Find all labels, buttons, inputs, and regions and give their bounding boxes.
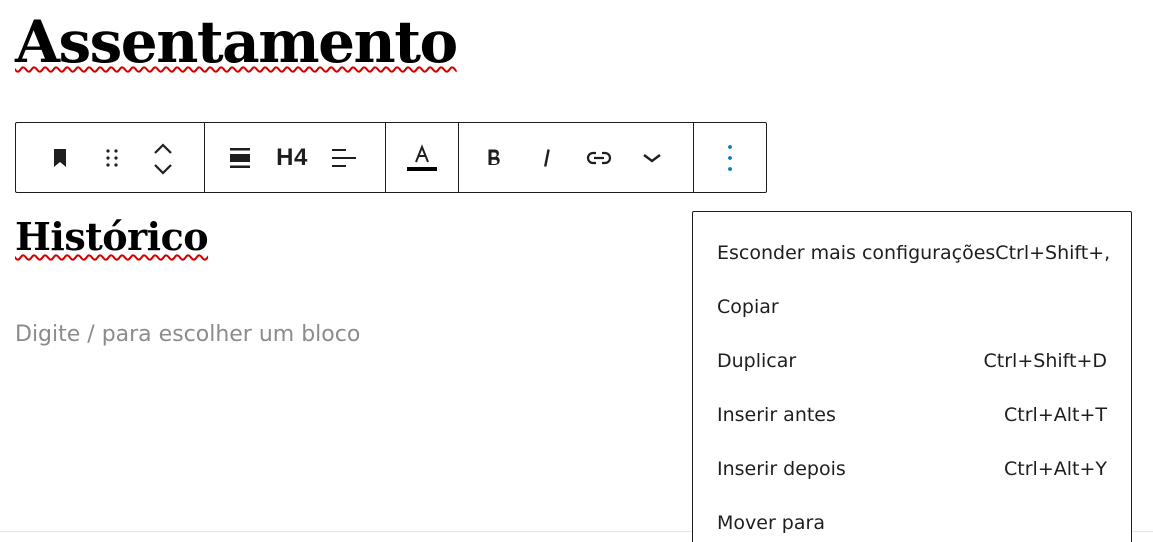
heading-level-label: H4 (276, 143, 308, 171)
menu-item-label: Inserir antes (717, 404, 836, 426)
menu-item-label: Copiar (717, 296, 779, 318)
link-icon (587, 151, 612, 164)
menu-item-insert-before[interactable]: Inserir antes Ctrl+Alt+T (693, 388, 1131, 442)
menu-item-copy[interactable]: Copiar (693, 280, 1131, 334)
bold-icon (488, 149, 500, 165)
toolbar-group-options (694, 123, 766, 192)
menu-item-label: Esconder mais configurações (717, 242, 996, 264)
toolbar-group-block (16, 123, 205, 192)
text-align-button[interactable] (318, 123, 370, 192)
more-options-icon (728, 144, 732, 171)
more-rich-text-button[interactable] (626, 123, 679, 192)
menu-item-shortcut: Ctrl+Shift+D (983, 350, 1107, 372)
menu-item-shortcut: Ctrl+Alt+T (1004, 404, 1107, 426)
toolbar-group-inline (459, 123, 694, 192)
chevron-down-icon (643, 153, 661, 162)
bold-button[interactable] (468, 123, 521, 192)
menu-item-label: Mover para (717, 512, 825, 534)
options-button[interactable] (703, 123, 757, 192)
drag-handle-button[interactable] (86, 123, 138, 192)
bookmark-icon (53, 148, 66, 167)
menu-item-shortcut: Ctrl+Alt+Y (1004, 458, 1107, 480)
page-title[interactable]: Assentamento (15, 8, 458, 76)
heading-level-button[interactable]: H4 (266, 123, 318, 192)
block-placeholder[interactable]: Digite / para escolher um bloco (15, 322, 360, 347)
text-color-icon (407, 143, 437, 171)
drag-handle-icon (105, 148, 118, 167)
text-align-left-icon (332, 148, 356, 167)
menu-item-label: Inserir depois (717, 458, 846, 480)
align-button[interactable] (214, 123, 266, 192)
menu-item-hide-settings[interactable]: Esconder mais configurações Ctrl+Shift+, (693, 226, 1131, 280)
toolbar-group-color (386, 123, 459, 192)
toolbar-group-format: H4 (205, 123, 386, 192)
block-type-button[interactable] (34, 123, 86, 192)
move-up-icon[interactable] (151, 137, 175, 161)
text-color-button[interactable] (395, 123, 449, 192)
align-wide-icon (230, 147, 250, 168)
selected-heading-block[interactable]: Histórico (15, 214, 209, 259)
menu-item-move-to[interactable]: Mover para (693, 496, 1131, 542)
block-options-menu: Esconder mais configurações Ctrl+Shift+,… (692, 211, 1132, 542)
italic-icon (543, 148, 550, 167)
menu-item-duplicate[interactable]: Duplicar Ctrl+Shift+D (693, 334, 1131, 388)
italic-button[interactable] (521, 123, 574, 192)
move-buttons (137, 123, 189, 192)
move-down-icon[interactable] (151, 161, 175, 179)
link-button[interactable] (573, 123, 626, 192)
menu-item-shortcut: Ctrl+Shift+, (995, 242, 1111, 264)
menu-item-insert-after[interactable]: Inserir depois Ctrl+Alt+Y (693, 442, 1131, 496)
block-toolbar: H4 (15, 122, 767, 193)
menu-item-label: Duplicar (717, 350, 797, 372)
